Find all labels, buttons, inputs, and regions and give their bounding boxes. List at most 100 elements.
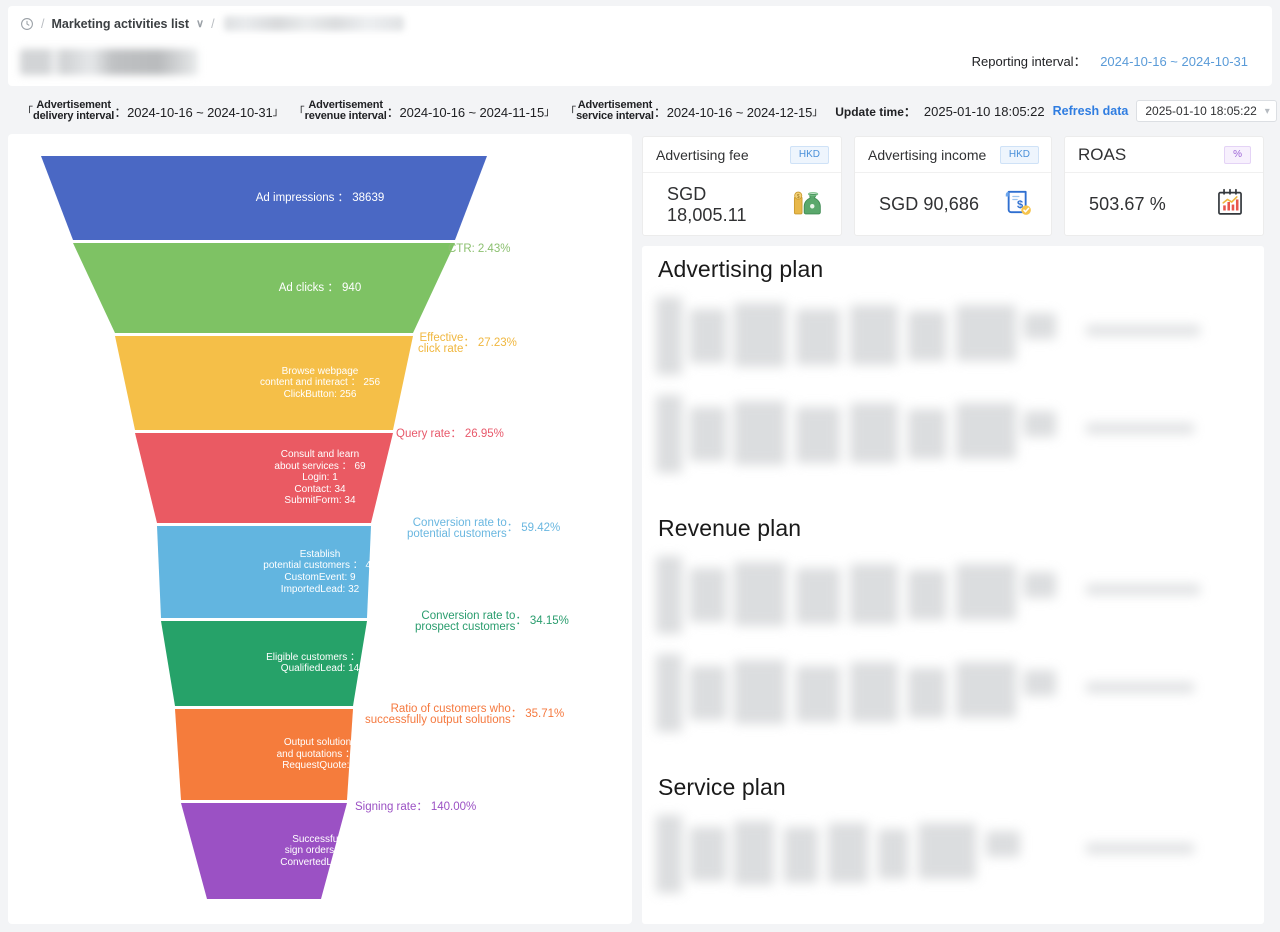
funnel-rate-separator: ： xyxy=(416,801,428,813)
funnel-rate-separator: ： xyxy=(506,522,519,535)
plan-section-advertising: Advertising plan xyxy=(642,256,1264,487)
kpi-header: Advertising income HKD xyxy=(855,137,1051,173)
breadcrumb: / Marketing activities list ∨ / xyxy=(20,16,404,31)
chevron-down-icon[interactable]: ∨ xyxy=(196,17,204,30)
funnel-rate-name: Query rate xyxy=(396,428,451,440)
funnel-rate-label: CTR:2.43% xyxy=(448,243,511,256)
plan-content-redacted xyxy=(656,550,1206,746)
bracket-open-icon: 「 xyxy=(22,106,33,118)
funnel-rate-name: Signing rate xyxy=(355,801,417,813)
funnel-chart[interactable]: Ad impressions ： 38639 Ad clicks ： 940 Bro… xyxy=(8,134,632,924)
funnel-segment[interactable] xyxy=(41,156,487,240)
funnel-rate-separator: ： xyxy=(463,337,475,350)
funnel-rate-label: Effective click rate： 27.23% xyxy=(418,331,517,356)
interval-service-value: ：2024-10-16 ~ 2024-12-15 xyxy=(653,104,813,120)
bracket-close-icon: 」 xyxy=(812,106,824,118)
plan-row-redacted xyxy=(656,291,1206,389)
funnel-segment[interactable] xyxy=(181,803,347,899)
chart-clipboard-icon xyxy=(1213,185,1247,224)
funnel-segment[interactable] xyxy=(157,526,371,618)
interval-service: 「 Advertisement service interval ：2024-10… xyxy=(565,99,824,123)
funnel-rate-name: Ratio of customers who successfully outpu… xyxy=(365,702,511,726)
funnel-rate-value: 34.15% xyxy=(529,615,569,628)
refresh-data-button[interactable]: Refresh data xyxy=(1053,104,1129,118)
money-bag-icon: $ xyxy=(791,185,825,224)
percent-badge: % xyxy=(1224,145,1251,164)
interval-delivery-value: ：2024-10-16 ~ 2024-10-31 xyxy=(114,104,273,120)
funnel-segment[interactable] xyxy=(115,336,413,430)
kpi-value: SGD 90,686 xyxy=(879,194,980,214)
update-time-select[interactable]: 2025-01-10 18:05:22 ▾ xyxy=(1136,100,1277,122)
plan-row-redacted xyxy=(656,809,1206,907)
funnel-rate-value: 27.23% xyxy=(477,337,517,350)
funnel-segment[interactable] xyxy=(73,243,455,333)
funnel-rate-label: Conversion rate to prospect customers： 34.… xyxy=(415,609,569,634)
funnel-rate-name: Conversion rate to prospect customers xyxy=(415,609,516,633)
update-time-value: 2025-01-10 18:05:22 xyxy=(923,103,1045,119)
plan-title: Service plan xyxy=(658,774,786,800)
kpi-title: Advertising income xyxy=(868,146,987,163)
funnel-segment[interactable] xyxy=(135,433,393,523)
kpi-card-advertising-fee: Advertising fee HKD SGD 18,005.11 $ xyxy=(642,136,842,236)
plan-section-revenue: Revenue plan xyxy=(642,515,1264,746)
bracket-close-icon: 」 xyxy=(272,106,284,118)
chevron-down-icon: ▾ xyxy=(1264,105,1270,117)
funnel-chart-card: Ad impressions ： 38639 Ad clicks ： 940 Bro… xyxy=(8,134,632,924)
kpi-value: 503.67 % xyxy=(1089,194,1166,214)
interval-revenue-value: ：2024-10-16 ~ 2024-11-15 xyxy=(386,104,545,120)
page-title-redacted xyxy=(20,49,198,75)
invoice-dollar-icon: $ xyxy=(1001,185,1035,224)
funnel-rate-name: Conversion rate to potential customers xyxy=(407,516,507,540)
bracket-open-icon: 「 xyxy=(565,106,577,118)
svg-text:$: $ xyxy=(797,194,800,200)
funnel-rate-value: 140.00% xyxy=(430,801,477,813)
funnel-rate-value: 35.71% xyxy=(525,708,565,721)
funnel-rate-label: Ratio of customers who successfully outpu… xyxy=(365,702,565,727)
funnel-segment[interactable] xyxy=(161,621,367,706)
kpi-body: SGD 90,686 $ xyxy=(855,173,1051,236)
kpi-body: SGD 18,005.11 $ xyxy=(643,173,841,236)
breadcrumb-separator-1: / xyxy=(41,16,45,31)
kpi-card-roas: ROAS % 503.67 % xyxy=(1064,136,1264,236)
kpi-body: 503.67 % xyxy=(1065,173,1263,236)
reporting-interval-label: Reporting interval： xyxy=(971,54,1087,69)
funnel-rate-separator: ： xyxy=(450,428,462,440)
plan-title: Advertising plan xyxy=(658,256,824,282)
funnel-rate-value: 2.43% xyxy=(477,243,511,255)
funnel-rate-name: CTR xyxy=(448,243,472,255)
funnel-rate-label: Conversion rate to potential customers： 59… xyxy=(407,516,560,541)
interval-delivery-label: Advertisement delivery interval xyxy=(33,98,115,122)
breadcrumb-link-marketing-activities[interactable]: Marketing activities list xyxy=(51,17,189,31)
funnel-rate-value: 26.95% xyxy=(464,428,504,440)
plan-content-redacted xyxy=(656,809,1206,907)
update-time-select-value: 2025-01-10 18:05:22 xyxy=(1145,104,1257,118)
update-time-label: Update time： xyxy=(835,104,916,119)
plan-section-service: Service plan xyxy=(642,774,1264,907)
plan-row-redacted xyxy=(656,648,1206,746)
breadcrumb-current-redacted xyxy=(223,16,404,31)
kpi-title: Advertising fee xyxy=(656,146,749,163)
reporting-interval: Reporting interval： 2024-10-16 ~ 2024-10… xyxy=(972,51,1248,70)
interval-delivery: 「 Advertisement delivery interval ：2024-1… xyxy=(22,98,284,123)
plan-content-redacted xyxy=(656,291,1206,487)
kpi-header: Advertising fee HKD xyxy=(643,137,841,173)
funnel-rate-name: Effective click rate xyxy=(418,331,464,355)
plan-row-redacted xyxy=(656,550,1206,648)
kpi-title: ROAS xyxy=(1078,144,1127,164)
funnel-rate-separator: ： xyxy=(515,615,527,628)
reporting-interval-value[interactable]: 2024-10-16 ~ 2024-10-31 xyxy=(1100,54,1248,69)
page-header: / Marketing activities list ∨ / Reportin… xyxy=(8,6,1272,86)
plan-title: Revenue plan xyxy=(658,515,802,541)
plans-panel: Advertising plan Revenue plan Service pl… xyxy=(642,246,1264,924)
kpi-value: SGD 18,005.11 xyxy=(667,183,747,225)
interval-summary-bar: 「 Advertisement delivery interval ：2024-1… xyxy=(0,94,1280,128)
funnel-rate-separator: ： xyxy=(510,708,523,721)
funnel-rate-label: Signing rate： 140.00% xyxy=(355,801,477,814)
kpi-card-advertising-income: Advertising income HKD SGD 90,686 $ xyxy=(854,136,1052,236)
breadcrumb-separator-2: / xyxy=(211,16,215,31)
bracket-open-icon: 「 xyxy=(293,106,305,118)
currency-badge: HKD xyxy=(999,145,1039,164)
bracket-close-icon: 」 xyxy=(544,106,556,118)
funnel-segment[interactable] xyxy=(175,709,353,800)
currency-badge: HKD xyxy=(789,145,829,164)
